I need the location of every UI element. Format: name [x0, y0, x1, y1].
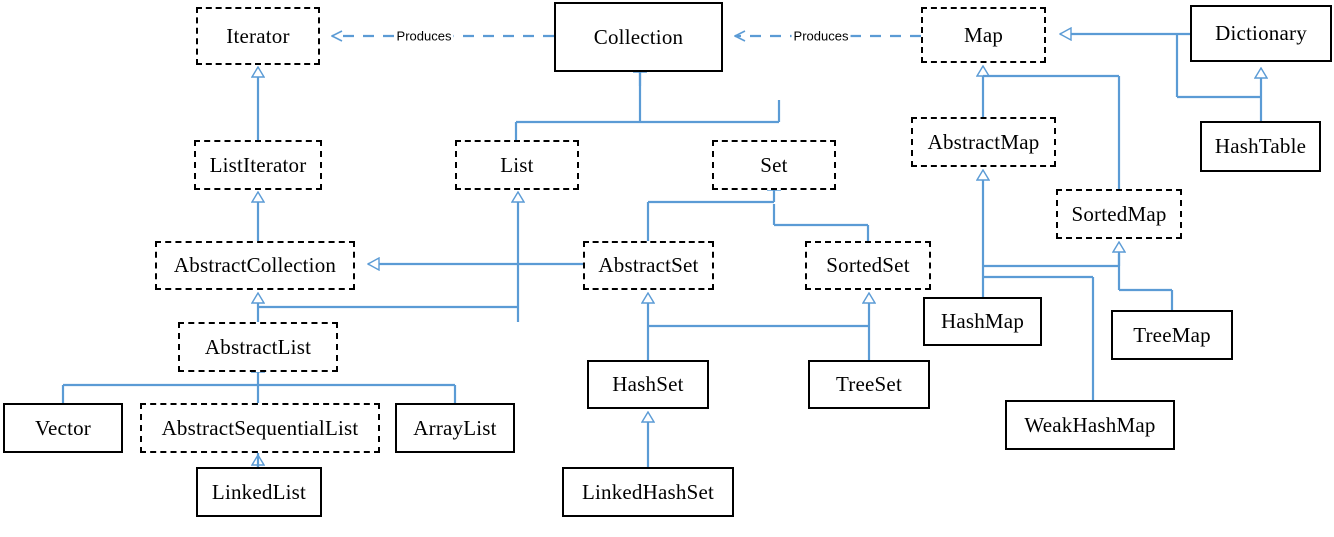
node-label: TreeSet — [836, 372, 902, 396]
node-map[interactable]: Map — [921, 7, 1046, 63]
node-treemap[interactable]: TreeMap — [1111, 310, 1233, 360]
node-label: AbstractSequentialList — [161, 415, 359, 440]
node-label: HashTable — [1214, 134, 1307, 158]
node-set[interactable]: Set — [712, 140, 836, 190]
node-label: Collection — [593, 24, 684, 49]
node-list[interactable]: List — [455, 140, 579, 190]
node-label: ArrayList — [413, 415, 497, 440]
node-abstractset[interactable]: AbstractSet — [583, 241, 714, 290]
edge-label-produces-iterator: Produces — [394, 28, 454, 44]
node-label: AbstractMap — [927, 129, 1040, 154]
node-label: SortedSet — [826, 253, 910, 277]
node-label: HashSet — [612, 372, 684, 396]
node-label: WeakHashMap — [1024, 412, 1156, 437]
node-listiterator[interactable]: ListIterator — [194, 140, 322, 190]
node-label: AbstractSet — [598, 253, 699, 277]
node-label: SortedMap — [1071, 201, 1167, 226]
node-label: AbstractCollection — [173, 253, 337, 277]
node-treeset[interactable]: TreeSet — [808, 360, 930, 409]
node-vector[interactable]: Vector — [3, 403, 123, 453]
node-hashmap[interactable]: HashMap — [923, 297, 1042, 346]
node-abstractcollection[interactable]: AbstractCollection — [155, 241, 355, 290]
node-linkedlist[interactable]: LinkedList — [196, 467, 322, 517]
node-sortedmap[interactable]: SortedMap — [1056, 189, 1182, 239]
node-arraylist[interactable]: ArrayList — [395, 403, 515, 453]
node-hashtable[interactable]: HashTable — [1200, 121, 1321, 172]
uml-class-diagram: Iterator Collection Map Dictionary ListI… — [0, 0, 1334, 537]
node-weakhashmap[interactable]: WeakHashMap — [1005, 400, 1175, 450]
node-label: Map — [963, 22, 1004, 47]
node-label: List — [500, 152, 534, 177]
node-label: ListIterator — [209, 152, 307, 177]
node-label: AbstractList — [204, 334, 312, 359]
node-label: TreeMap — [1133, 322, 1211, 347]
node-collection[interactable]: Collection — [554, 2, 723, 72]
node-label: Vector — [34, 415, 91, 440]
node-sortedset[interactable]: SortedSet — [805, 241, 931, 290]
node-abstractsequentiallist[interactable]: AbstractSequentialList — [140, 403, 380, 453]
node-label: Iterator — [226, 23, 290, 48]
node-abstractmap[interactable]: AbstractMap — [911, 117, 1056, 167]
node-label: LinkedHashSet — [581, 479, 715, 504]
node-label: LinkedList — [211, 479, 307, 504]
edge-label-produces-map: Produces — [791, 28, 851, 44]
node-label: Dictionary — [1215, 21, 1307, 45]
node-hashset[interactable]: HashSet — [587, 360, 709, 409]
node-dictionary[interactable]: Dictionary — [1190, 5, 1332, 62]
node-label: HashMap — [940, 309, 1025, 333]
node-label: Set — [760, 152, 788, 177]
node-linkedhashset[interactable]: LinkedHashSet — [562, 467, 734, 517]
node-abstractlist[interactable]: AbstractList — [178, 322, 338, 372]
node-iterator[interactable]: Iterator — [196, 7, 320, 65]
